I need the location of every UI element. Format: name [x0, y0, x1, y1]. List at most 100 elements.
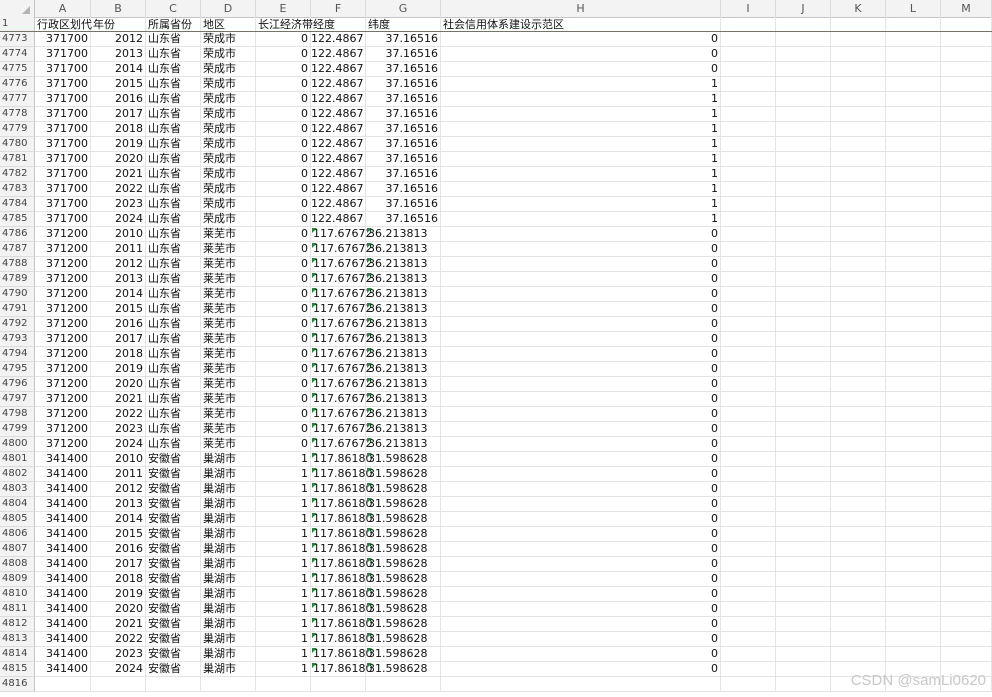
cell-region-code[interactable]: 371200	[35, 257, 91, 272]
row-number[interactable]: 4799	[0, 422, 35, 437]
cell-yangtze-belt[interactable]: 1	[256, 467, 311, 482]
cell-credit-demo-zone[interactable]: 1	[441, 77, 721, 92]
cell-province[interactable]: 安徽省	[146, 587, 201, 602]
empty-cell[interactable]	[776, 407, 831, 422]
cell-latitude[interactable]: 31.598628	[366, 632, 441, 647]
column-header-m[interactable]: M	[941, 0, 992, 17]
empty-cell[interactable]	[886, 242, 941, 257]
cell-region-code[interactable]: 371700	[35, 197, 91, 212]
row-number[interactable]: 4784	[0, 197, 35, 212]
cell-yangtze-belt[interactable]: 0	[256, 122, 311, 137]
empty-cell[interactable]	[886, 482, 941, 497]
cell-province[interactable]: 山东省	[146, 332, 201, 347]
cell-latitude[interactable]: 31.598628	[366, 602, 441, 617]
row-number[interactable]: 4780	[0, 137, 35, 152]
cell-latitude[interactable]: 31.598628	[366, 542, 441, 557]
cell-longitude[interactable]: 117.86180	[311, 617, 373, 632]
row-number[interactable]: 4816	[0, 677, 35, 692]
cell-region-code[interactable]: 371200	[35, 347, 91, 362]
cell-longitude[interactable]: 122.4867	[311, 77, 366, 92]
cell-credit-demo-zone[interactable]: 0	[441, 662, 721, 677]
empty-cell[interactable]	[941, 287, 992, 302]
cell-province[interactable]: 山东省	[146, 407, 201, 422]
empty-cell[interactable]	[776, 527, 831, 542]
cell-year[interactable]: 2015	[91, 527, 146, 542]
empty-cell[interactable]	[941, 422, 992, 437]
cell-latitude[interactable]: 37.16516	[366, 107, 441, 122]
cell-area[interactable]: 巢湖市	[201, 587, 256, 602]
empty-cell[interactable]	[886, 32, 941, 47]
empty-cell[interactable]	[941, 347, 992, 362]
row-number[interactable]: 4807	[0, 542, 35, 557]
cell-yangtze-belt[interactable]: 0	[256, 287, 311, 302]
cell-yangtze-belt[interactable]: 1	[256, 557, 311, 572]
empty-cell[interactable]	[941, 47, 992, 62]
header-yangtze-belt[interactable]: 长江经济带	[256, 17, 313, 32]
cell-latitude[interactable]: 37.16516	[366, 182, 441, 197]
empty-cell[interactable]	[831, 257, 886, 272]
cell-latitude[interactable]: 36.213813	[366, 242, 441, 257]
cell-longitude[interactable]: 117.67672	[311, 227, 373, 242]
cell-credit-demo-zone[interactable]: 1	[441, 92, 721, 107]
empty-cell[interactable]	[831, 227, 886, 242]
cell-region-code[interactable]: 341400	[35, 632, 91, 647]
cell-credit-demo-zone[interactable]: 0	[441, 467, 721, 482]
cell-year[interactable]: 2014	[91, 287, 146, 302]
cell-yangtze-belt[interactable]: 1	[256, 512, 311, 527]
empty-cell[interactable]	[941, 182, 992, 197]
cell-province[interactable]: 安徽省	[146, 632, 201, 647]
empty-cell[interactable]	[831, 497, 886, 512]
cell-longitude[interactable]: 122.4867	[311, 137, 366, 152]
empty-cell[interactable]	[776, 122, 831, 137]
cell-longitude[interactable]: 122.4867	[311, 197, 366, 212]
cell-area[interactable]: 巢湖市	[201, 647, 256, 662]
row-number[interactable]: 4810	[0, 587, 35, 602]
cell-area[interactable]: 荣成市	[201, 92, 256, 107]
cell-yangtze-belt[interactable]: 0	[256, 347, 311, 362]
empty-cell[interactable]	[721, 152, 776, 167]
empty-cell[interactable]	[831, 287, 886, 302]
cell-province[interactable]: 山东省	[146, 287, 201, 302]
empty-cell[interactable]	[886, 527, 941, 542]
empty-cell[interactable]	[721, 422, 776, 437]
empty-cell[interactable]	[776, 167, 831, 182]
cell-region-code[interactable]: 371700	[35, 107, 91, 122]
row-number[interactable]: 4805	[0, 512, 35, 527]
empty-cell[interactable]	[886, 317, 941, 332]
empty-cell[interactable]	[831, 122, 886, 137]
cell-latitude[interactable]: 31.598628	[366, 452, 441, 467]
cell-province[interactable]: 山东省	[146, 122, 201, 137]
cell-yangtze-belt[interactable]: 1	[256, 497, 311, 512]
cell-area[interactable]: 莱芜市	[201, 437, 256, 452]
empty-cell[interactable]	[886, 62, 941, 77]
empty-cell[interactable]	[886, 467, 941, 482]
cell-yangtze-belt[interactable]: 0	[256, 92, 311, 107]
empty-cell[interactable]	[941, 557, 992, 572]
cell-latitude[interactable]: 37.16516	[366, 32, 441, 47]
empty-cell[interactable]	[831, 317, 886, 332]
empty-cell[interactable]	[941, 302, 992, 317]
cell-latitude[interactable]: 31.598628	[366, 467, 441, 482]
cell-region-code[interactable]: 341400	[35, 647, 91, 662]
cell-longitude[interactable]: 117.86180	[311, 632, 373, 647]
row-number[interactable]: 4796	[0, 377, 35, 392]
cell-longitude[interactable]: 122.4867	[311, 212, 366, 227]
empty-cell[interactable]	[721, 512, 776, 527]
cell-region-code[interactable]	[35, 677, 91, 692]
empty-cell[interactable]	[776, 677, 831, 692]
cell-latitude[interactable]: 36.213813	[366, 227, 441, 242]
empty-cell[interactable]	[721, 272, 776, 287]
cell-year[interactable]: 2023	[91, 197, 146, 212]
empty-cell[interactable]	[721, 167, 776, 182]
empty-cell[interactable]	[776, 572, 831, 587]
empty-cell[interactable]	[886, 107, 941, 122]
cell-credit-demo-zone[interactable]: 1	[441, 212, 721, 227]
empty-cell[interactable]	[941, 512, 992, 527]
cell-area[interactable]: 莱芜市	[201, 302, 256, 317]
empty-cell[interactable]	[721, 182, 776, 197]
cell-area[interactable]	[201, 677, 256, 692]
cell-area[interactable]: 莱芜市	[201, 287, 256, 302]
empty-cell[interactable]	[831, 182, 886, 197]
empty-cell[interactable]	[831, 17, 886, 32]
row-number[interactable]: 4785	[0, 212, 35, 227]
